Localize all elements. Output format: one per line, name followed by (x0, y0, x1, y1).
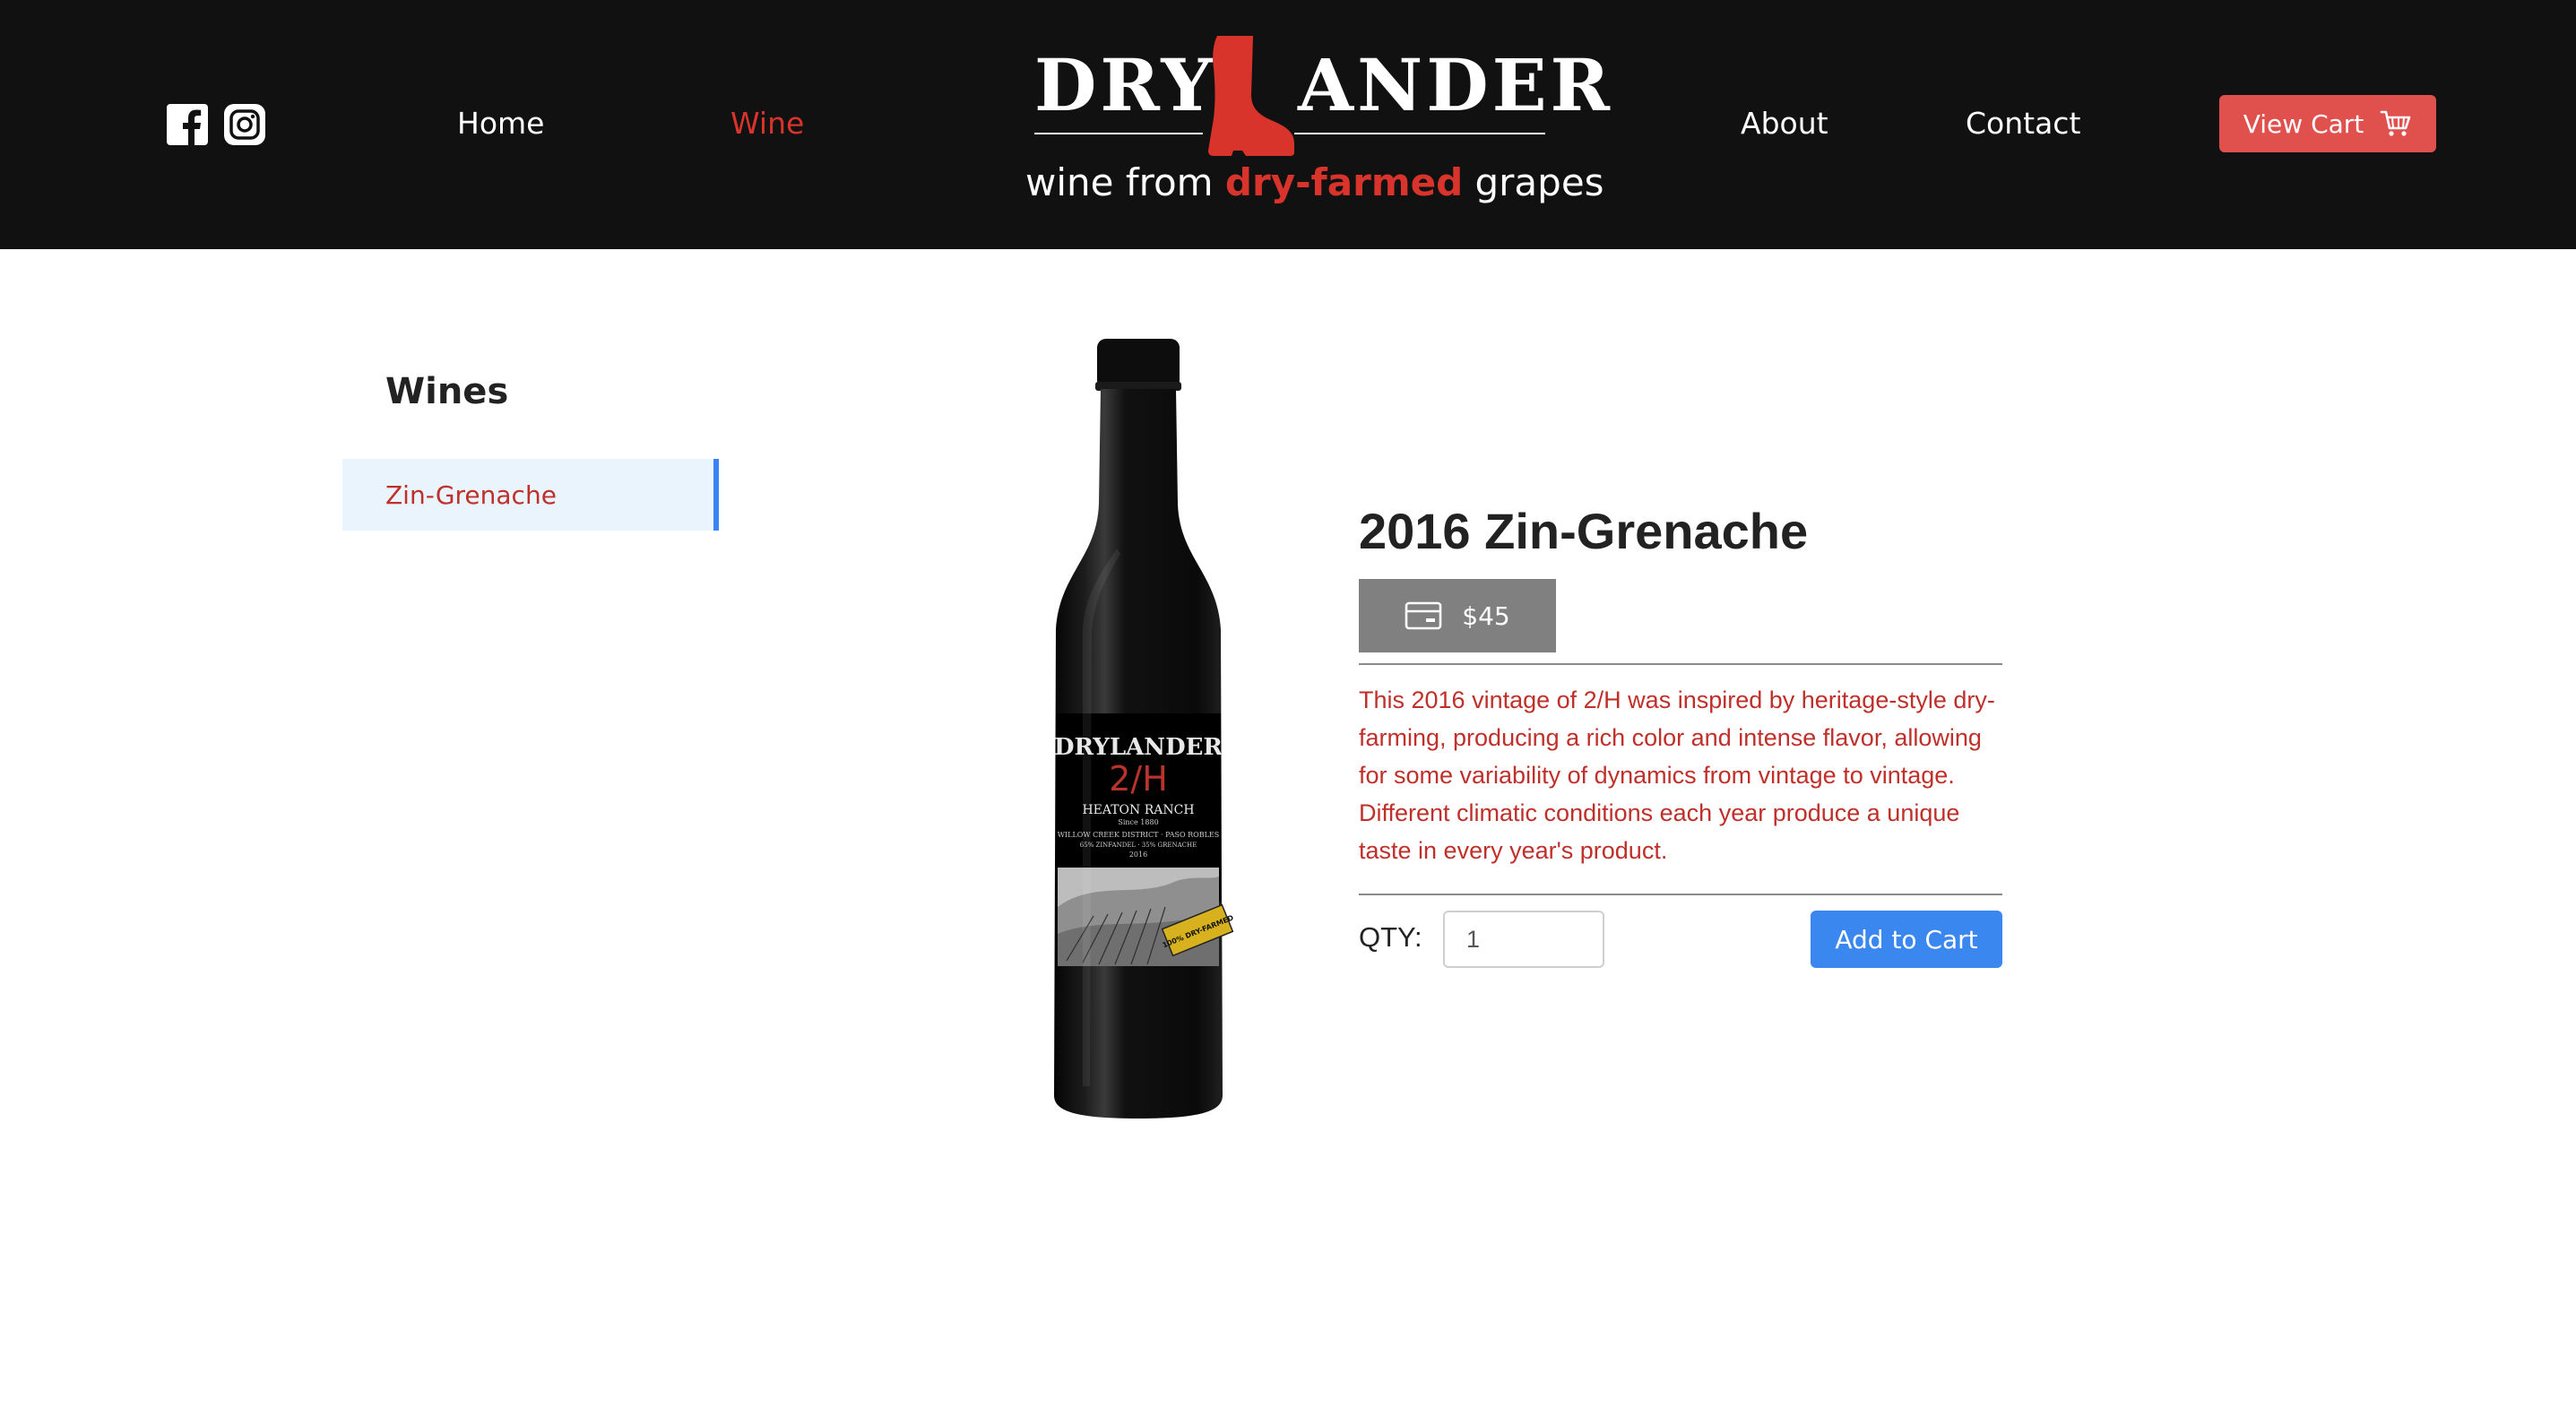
price-badge: $45 (1359, 579, 1556, 652)
logo-rule-left (1034, 133, 1203, 134)
bottle-label-since: Since 1880 (1118, 818, 1158, 826)
nav-wine[interactable]: Wine (730, 104, 804, 143)
product-title: 2016 Zin-Grenache (1359, 502, 1808, 560)
nav-home[interactable]: Home (457, 104, 544, 143)
logo-rule-right (1294, 133, 1545, 134)
qty-input[interactable] (1443, 911, 1604, 968)
sidebar-title: Wines (385, 371, 509, 412)
nav-about[interactable]: About (1741, 104, 1828, 143)
site-logo[interactable]: DRY ANDER wine from dry-farmed grapes (1022, 32, 1610, 212)
cart-icon (2380, 110, 2411, 136)
wine-bottle-image: DRYLANDER 2/H HEATON RANCH Since 1880 WI… (1054, 339, 1235, 1118)
instagram-icon[interactable] (224, 104, 265, 145)
bottle-label-district: WILLOW CREEK DISTRICT · PASO ROBLES (1058, 831, 1219, 839)
product-name: Zin-Grenache (1484, 503, 1809, 559)
bottle-label-ranch: HEATON RANCH (1082, 803, 1194, 817)
nav-contact[interactable]: Contact (1966, 104, 2080, 143)
qty-label: QTY: (1359, 921, 1422, 953)
social-links (167, 104, 265, 145)
bottle-label-vintage: 2016 (1129, 851, 1147, 859)
tagline-prefix: wine from (1025, 160, 1225, 204)
facebook-icon[interactable] (167, 104, 208, 145)
add-to-cart-button[interactable]: Add to Cart (1811, 911, 2002, 968)
cowboy-boot-icon (1208, 36, 1294, 156)
bottle-label-mark: 2/H (1109, 759, 1168, 799)
logo-tagline: wine from dry-farmed grapes (1025, 158, 1604, 208)
divider-bottom (1359, 894, 2002, 895)
product-price: $45 (1462, 600, 1510, 631)
sidebar-item-zin-grenache[interactable]: Zin-Grenache (342, 459, 719, 531)
bottle-label-brand: DRYLANDER (1054, 734, 1223, 761)
credit-card-icon (1405, 601, 1442, 630)
tagline-highlight: dry-farmed (1224, 160, 1464, 204)
product-year: 2016 (1359, 503, 1471, 559)
logo-word-dry: DRY (1034, 43, 1216, 127)
sidebar-item-label: Zin-Grenache (385, 479, 557, 510)
divider-top (1359, 663, 2002, 665)
view-cart-label: View Cart (2243, 108, 2364, 139)
logo-word-ander: ANDER (1298, 43, 1614, 127)
bottle-label-blend: 65% ZINFANDEL · 35% GRENACHE (1080, 842, 1197, 849)
site-header: Home Wine DRY ANDER wine from dry-farmed… (0, 0, 2576, 249)
view-cart-button[interactable]: View Cart (2219, 95, 2436, 152)
tagline-suffix: grapes (1463, 160, 1604, 204)
product-description: This 2016 vintage of 2/H was inspired by… (1359, 687, 1995, 864)
